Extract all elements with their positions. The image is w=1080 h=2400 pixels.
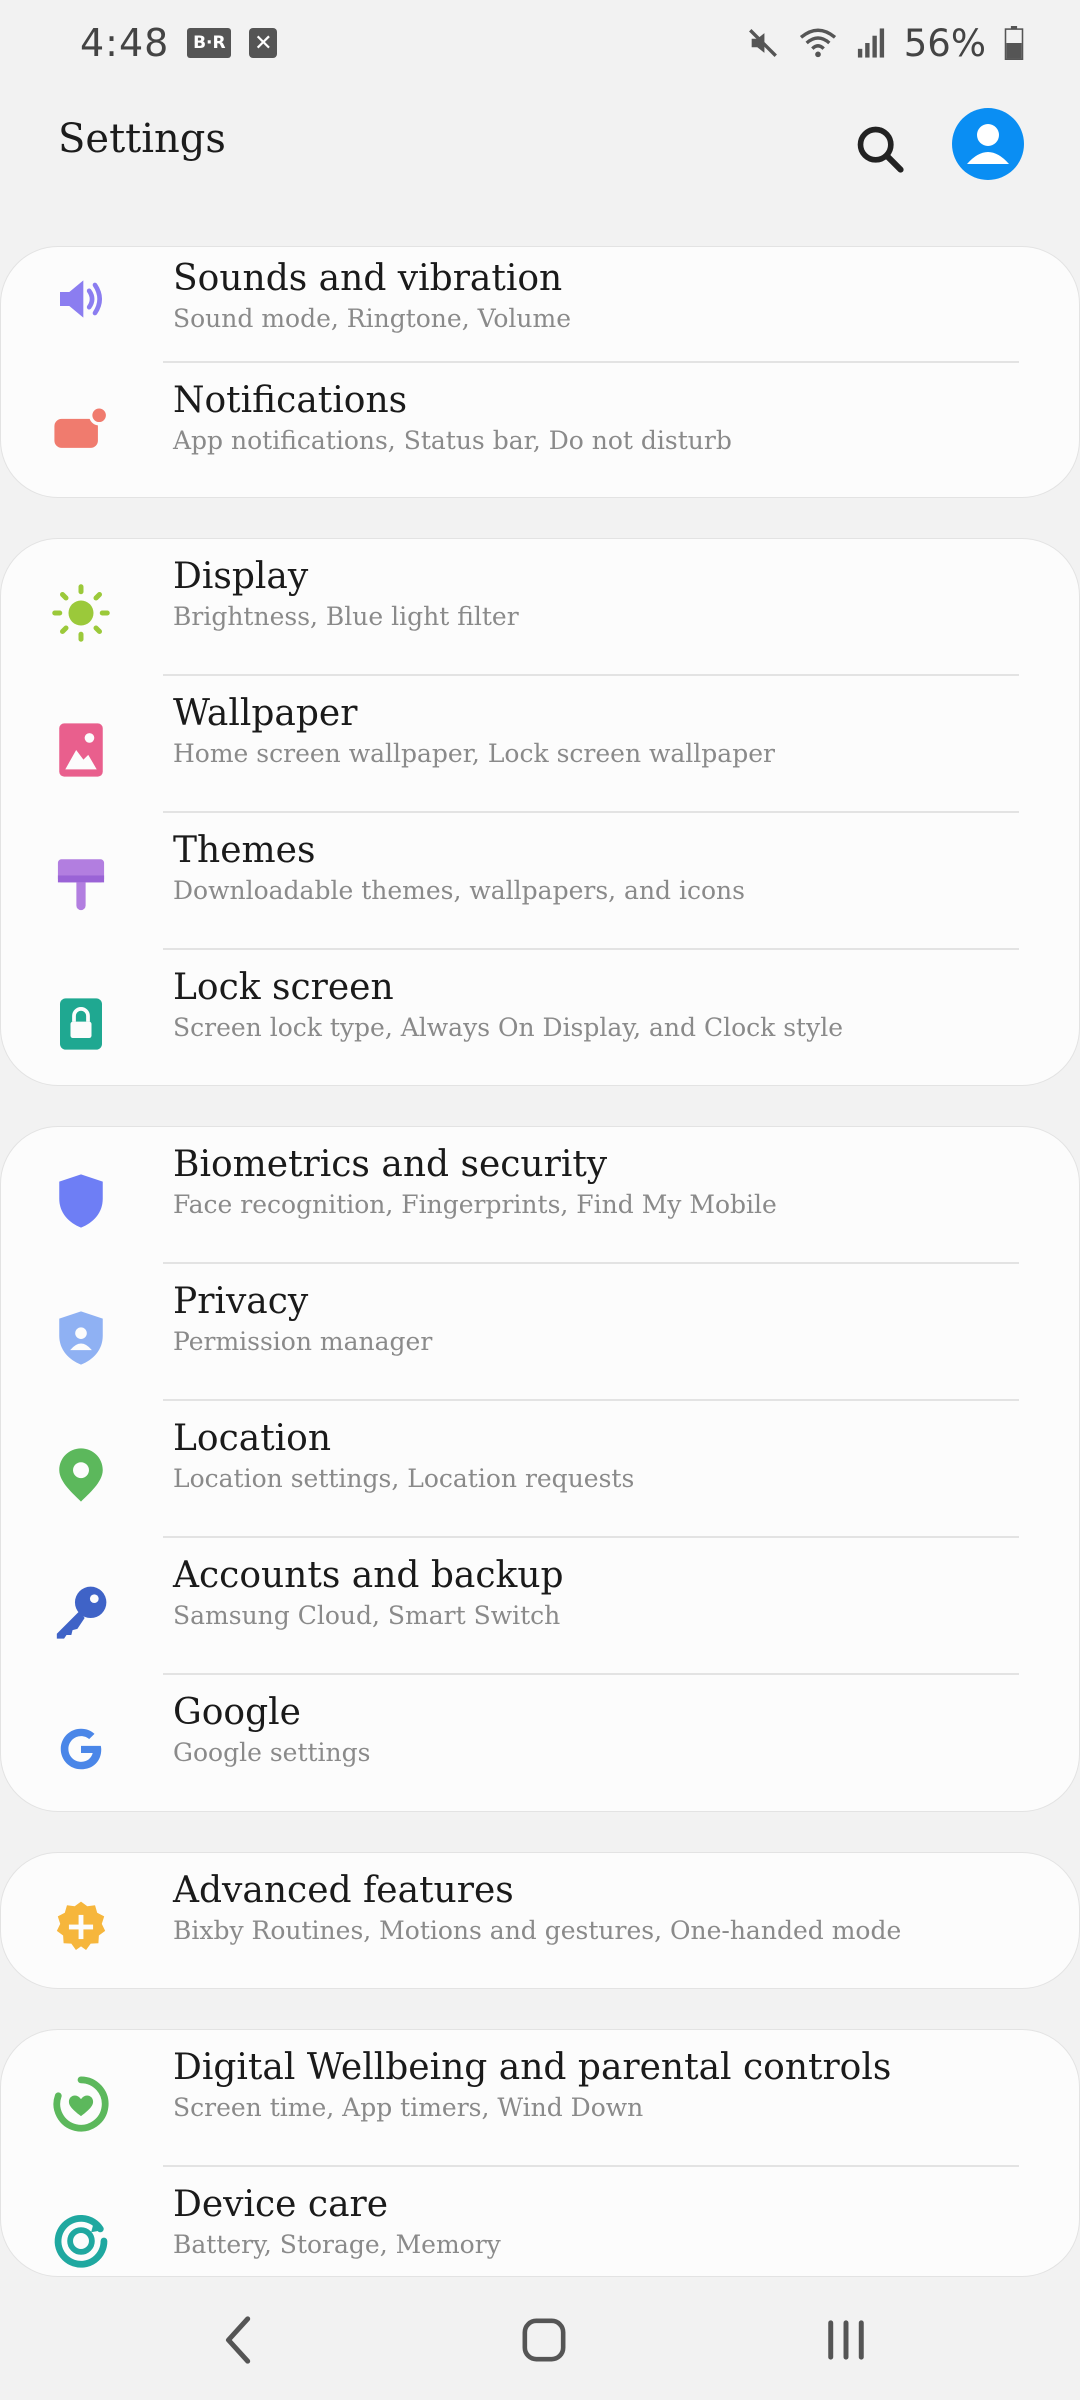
settings-item-title: Lock screen (173, 967, 394, 1008)
search-icon (857, 126, 904, 173)
settings-item-subtitle: Battery, Storage, Memory (173, 2230, 501, 2259)
settings-item-subtitle: Face recognition, Fingerprints, Find My … (173, 1190, 777, 1219)
settings-item-text: Device care Battery, Storage, Memory (173, 2181, 1039, 2261)
notification-x-icon: ✕ (249, 28, 278, 58)
settings-item-text: Digital Wellbeing and parental controls … (173, 2044, 1039, 2124)
key-icon (51, 1582, 111, 1642)
battery-percent: 56% (903, 21, 986, 65)
settings-item-subtitle: Permission manager (173, 1327, 433, 1356)
recent-apps-icon (828, 2320, 864, 2360)
settings-item-title: Sounds and vibration (173, 258, 563, 299)
back-chevron-icon (225, 2316, 251, 2364)
settings-item-subtitle: Home screen wallpaper, Lock screen wallp… (173, 739, 775, 768)
battery-icon (1004, 26, 1024, 60)
settings-item-accounts[interactable]: Accounts and backup Samsung Cloud, Smart… (1, 1538, 1079, 1675)
navigation-bar (0, 2280, 1080, 2400)
recent-apps-button[interactable] (806, 2300, 886, 2380)
settings-item-title: Themes (173, 830, 316, 871)
br-badge-icon: B·R (187, 28, 232, 58)
settings-item-subtitle: Brightness, Blue light filter (173, 602, 519, 631)
home-button[interactable] (504, 2300, 584, 2380)
settings-item-subtitle: Downloadable themes, wallpapers, and ico… (173, 876, 745, 905)
signal-icon (856, 27, 886, 59)
brush-icon (51, 857, 111, 917)
settings-item-text: Display Brightness, Blue light filter (173, 553, 1039, 633)
profile-avatar[interactable] (952, 108, 1024, 180)
settings-item-text: Wallpaper Home screen wallpaper, Lock sc… (173, 690, 1039, 770)
settings-group-wellbeing: Digital Wellbeing and parental controls … (0, 2029, 1080, 2277)
status-time: 4:48 (80, 21, 170, 65)
person-icon (967, 124, 1009, 164)
settings-item-title: Privacy (173, 1281, 309, 1322)
settings-item-subtitle: Sound mode, Ringtone, Volume (173, 304, 571, 333)
location-pin-icon (51, 1445, 111, 1505)
settings-item-title: Advanced features (173, 1870, 514, 1911)
settings-item-text: Google Google settings (173, 1689, 1039, 1769)
page-title: Settings (58, 116, 226, 162)
settings-group-security: Biometrics and security Face recognition… (0, 1126, 1080, 1812)
wellbeing-icon (51, 2074, 111, 2134)
settings-item-title: Biometrics and security (173, 1144, 608, 1185)
settings-item-subtitle: Google settings (173, 1738, 371, 1767)
settings-item-subtitle: App notifications, Status bar, Do not di… (173, 426, 732, 455)
settings-item-notifications[interactable]: Notifications App notifications, Status … (1, 363, 1079, 497)
settings-item-privacy[interactable]: Privacy Permission manager (1, 1264, 1079, 1401)
settings-item-text: Sounds and vibration Sound mode, Rington… (173, 255, 1039, 335)
settings-item-subtitle: Bixby Routines, Motions and gestures, On… (173, 1916, 902, 1945)
settings-item-text: Location Location settings, Location req… (173, 1415, 1039, 1495)
home-square-icon (522, 2318, 566, 2362)
status-left: 4:48 B·R ✕ (80, 21, 278, 65)
settings-item-themes[interactable]: Themes Downloadable themes, wallpapers, … (1, 813, 1079, 950)
notification-icon (51, 401, 111, 461)
settings-item-text: Lock screen Screen lock type, Always On … (173, 964, 1039, 1044)
settings-item-display[interactable]: Display Brightness, Blue light filter (1, 539, 1079, 676)
settings-item-title: Accounts and backup (173, 1555, 564, 1596)
settings-item-subtitle: Samsung Cloud, Smart Switch (173, 1601, 561, 1630)
wifi-icon (798, 26, 838, 60)
privacy-shield-icon (51, 1308, 111, 1368)
settings-item-text: Themes Downloadable themes, wallpapers, … (173, 827, 1039, 907)
google-icon (51, 1719, 111, 1779)
settings-item-google[interactable]: Google Google settings (1, 1675, 1079, 1811)
settings-item-subtitle: Screen lock type, Always On Display, and… (173, 1013, 844, 1042)
wallpaper-icon (51, 720, 111, 780)
settings-item-wallpaper[interactable]: Wallpaper Home screen wallpaper, Lock sc… (1, 676, 1079, 813)
settings-item-text: Advanced features Bixby Routines, Motion… (173, 1867, 1039, 1947)
settings-item-digital-wellbeing[interactable]: Digital Wellbeing and parental controls … (1, 2030, 1079, 2167)
settings-item-device-care[interactable]: Device care Battery, Storage, Memory (1, 2167, 1079, 2276)
settings-item-title: Display (173, 556, 309, 597)
gear-plus-icon (51, 1897, 111, 1957)
status-right: 56% (746, 22, 1024, 65)
settings-item-advanced-features[interactable]: Advanced features Bixby Routines, Motion… (1, 1853, 1079, 1988)
settings-item-title: Notifications (173, 380, 408, 421)
lock-icon (51, 994, 111, 1054)
settings-item-title: Wallpaper (173, 693, 358, 734)
settings-item-text: Biometrics and security Face recognition… (173, 1141, 1039, 1221)
settings-item-lock-screen[interactable]: Lock screen Screen lock type, Always On … (1, 950, 1079, 1085)
speaker-icon (51, 269, 111, 329)
settings-item-text: Notifications App notifications, Status … (173, 377, 1039, 457)
settings-item-text: Privacy Permission manager (173, 1278, 1039, 1358)
settings-group-advanced: Advanced features Bixby Routines, Motion… (0, 1852, 1080, 1989)
settings-item-subtitle: Location settings, Location requests (173, 1464, 635, 1493)
status-bar: 4:48 B·R ✕ 56% (0, 0, 1080, 86)
settings-item-biometrics[interactable]: Biometrics and security Face recognition… (1, 1127, 1079, 1264)
sun-icon (51, 583, 111, 643)
settings-item-title: Digital Wellbeing and parental controls (173, 2047, 892, 2088)
settings-item-text: Accounts and backup Samsung Cloud, Smart… (173, 1552, 1039, 1632)
shield-icon (51, 1171, 111, 1231)
settings-item-sounds[interactable]: Sounds and vibration Sound mode, Rington… (1, 247, 1079, 363)
device-care-icon (51, 2211, 111, 2271)
settings-item-title: Device care (173, 2184, 389, 2225)
settings-item-location[interactable]: Location Location settings, Location req… (1, 1401, 1079, 1538)
settings-group-display: Display Brightness, Blue light filter Wa… (0, 538, 1080, 1086)
mute-icon (746, 26, 780, 60)
back-button[interactable] (200, 2300, 280, 2380)
settings-item-title: Google (173, 1692, 301, 1733)
settings-item-subtitle: Screen time, App timers, Wind Down (173, 2093, 644, 2122)
settings-group-sound: Sounds and vibration Sound mode, Rington… (0, 246, 1080, 498)
settings-item-title: Location (173, 1418, 332, 1459)
search-button[interactable] (845, 114, 915, 184)
